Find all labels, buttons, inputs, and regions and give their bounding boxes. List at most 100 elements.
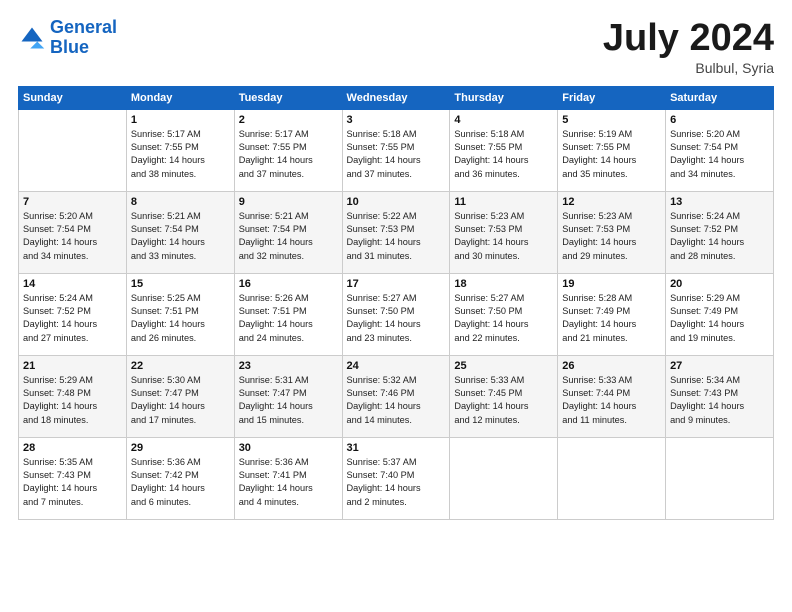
day-number: 29: [131, 442, 230, 454]
day-number: 20: [670, 278, 769, 290]
day-info: Sunrise: 5:37 AM Sunset: 7:40 PM Dayligh…: [347, 456, 446, 509]
day-info: Sunrise: 5:21 AM Sunset: 7:54 PM Dayligh…: [131, 210, 230, 263]
logo-text: General Blue: [50, 18, 117, 58]
day-info: Sunrise: 5:27 AM Sunset: 7:50 PM Dayligh…: [347, 292, 446, 345]
calendar-week-row: 7 Sunrise: 5:20 AM Sunset: 7:54 PM Daylig…: [19, 191, 774, 273]
day-number: 26: [562, 360, 661, 372]
calendar-header: SundayMondayTuesdayWednesdayThursdayFrid…: [19, 86, 774, 109]
day-number: 16: [239, 278, 338, 290]
day-number: 3: [347, 114, 446, 126]
calendar-cell: [666, 437, 774, 519]
day-info: Sunrise: 5:23 AM Sunset: 7:53 PM Dayligh…: [562, 210, 661, 263]
weekday-header: Sunday: [19, 86, 127, 109]
day-info: Sunrise: 5:35 AM Sunset: 7:43 PM Dayligh…: [23, 456, 122, 509]
day-info: Sunrise: 5:27 AM Sunset: 7:50 PM Dayligh…: [454, 292, 553, 345]
calendar-cell: 12 Sunrise: 5:23 AM Sunset: 7:53 PM Dayli…: [558, 191, 666, 273]
day-info: Sunrise: 5:29 AM Sunset: 7:49 PM Dayligh…: [670, 292, 769, 345]
calendar-cell: 13 Sunrise: 5:24 AM Sunset: 7:52 PM Dayli…: [666, 191, 774, 273]
calendar-cell: 31 Sunrise: 5:37 AM Sunset: 7:40 PM Dayli…: [342, 437, 450, 519]
day-info: Sunrise: 5:20 AM Sunset: 7:54 PM Dayligh…: [670, 128, 769, 181]
logo-line2: Blue: [50, 37, 89, 57]
calendar-cell: 15Sunrise: 5:25 AM Sunset: 7:51 PM Dayli…: [126, 273, 234, 355]
calendar-week-row: 14Sunrise: 5:24 AM Sunset: 7:52 PM Dayli…: [19, 273, 774, 355]
day-info: Sunrise: 5:23 AM Sunset: 7:53 PM Dayligh…: [454, 210, 553, 263]
day-info: Sunrise: 5:26 AM Sunset: 7:51 PM Dayligh…: [239, 292, 338, 345]
day-number: 12: [562, 196, 661, 208]
calendar-cell: 22Sunrise: 5:30 AM Sunset: 7:47 PM Dayli…: [126, 355, 234, 437]
day-number: 13: [670, 196, 769, 208]
page: General Blue July 2024 Bulbul, Syria Sun…: [0, 0, 792, 612]
day-number: 9: [239, 196, 338, 208]
day-number: 28: [23, 442, 122, 454]
day-number: 7: [23, 196, 122, 208]
day-number: 30: [239, 442, 338, 454]
calendar-cell: 11Sunrise: 5:23 AM Sunset: 7:53 PM Dayli…: [450, 191, 558, 273]
day-info: Sunrise: 5:18 AM Sunset: 7:55 PM Dayligh…: [454, 128, 553, 181]
day-number: 18: [454, 278, 553, 290]
calendar-cell: 20 Sunrise: 5:29 AM Sunset: 7:49 PM Dayli…: [666, 273, 774, 355]
location: Bulbul, Syria: [603, 60, 774, 76]
day-info: Sunrise: 5:17 AM Sunset: 7:55 PM Dayligh…: [131, 128, 230, 181]
calendar-cell: 7 Sunrise: 5:20 AM Sunset: 7:54 PM Daylig…: [19, 191, 127, 273]
calendar-cell: 30 Sunrise: 5:36 AM Sunset: 7:41 PM Dayli…: [234, 437, 342, 519]
day-number: 23: [239, 360, 338, 372]
calendar-cell: 27 Sunrise: 5:34 AM Sunset: 7:43 PM Dayli…: [666, 355, 774, 437]
calendar-cell: 28 Sunrise: 5:35 AM Sunset: 7:43 PM Dayli…: [19, 437, 127, 519]
weekday-row: SundayMondayTuesdayWednesdayThursdayFrid…: [19, 86, 774, 109]
day-info: Sunrise: 5:25 AM Sunset: 7:51 PM Dayligh…: [131, 292, 230, 345]
header: General Blue July 2024 Bulbul, Syria: [18, 18, 774, 76]
weekday-header: Tuesday: [234, 86, 342, 109]
title-block: July 2024 Bulbul, Syria: [603, 18, 774, 76]
calendar-week-row: 1 Sunrise: 5:17 AM Sunset: 7:55 PM Daylig…: [19, 109, 774, 191]
calendar-cell: 19Sunrise: 5:28 AM Sunset: 7:49 PM Dayli…: [558, 273, 666, 355]
calendar-cell: 9Sunrise: 5:21 AM Sunset: 7:54 PM Daylig…: [234, 191, 342, 273]
calendar-cell: 8 Sunrise: 5:21 AM Sunset: 7:54 PM Daylig…: [126, 191, 234, 273]
calendar-cell: 21Sunrise: 5:29 AM Sunset: 7:48 PM Dayli…: [19, 355, 127, 437]
weekday-header: Monday: [126, 86, 234, 109]
calendar-cell: 2 Sunrise: 5:17 AM Sunset: 7:55 PM Daylig…: [234, 109, 342, 191]
day-info: Sunrise: 5:29 AM Sunset: 7:48 PM Dayligh…: [23, 374, 122, 427]
day-info: Sunrise: 5:20 AM Sunset: 7:54 PM Dayligh…: [23, 210, 122, 263]
calendar-cell: 18 Sunrise: 5:27 AM Sunset: 7:50 PM Dayli…: [450, 273, 558, 355]
calendar-cell: 1 Sunrise: 5:17 AM Sunset: 7:55 PM Daylig…: [126, 109, 234, 191]
day-info: Sunrise: 5:34 AM Sunset: 7:43 PM Dayligh…: [670, 374, 769, 427]
day-number: 6: [670, 114, 769, 126]
day-info: Sunrise: 5:36 AM Sunset: 7:42 PM Dayligh…: [131, 456, 230, 509]
logo: General Blue: [18, 18, 117, 58]
calendar-cell: 16 Sunrise: 5:26 AM Sunset: 7:51 PM Dayli…: [234, 273, 342, 355]
calendar-cell: [558, 437, 666, 519]
day-info: Sunrise: 5:22 AM Sunset: 7:53 PM Dayligh…: [347, 210, 446, 263]
day-info: Sunrise: 5:33 AM Sunset: 7:44 PM Dayligh…: [562, 374, 661, 427]
day-info: Sunrise: 5:24 AM Sunset: 7:52 PM Dayligh…: [670, 210, 769, 263]
calendar-cell: 29 Sunrise: 5:36 AM Sunset: 7:42 PM Dayli…: [126, 437, 234, 519]
day-info: Sunrise: 5:18 AM Sunset: 7:55 PM Dayligh…: [347, 128, 446, 181]
calendar-cell: 26 Sunrise: 5:33 AM Sunset: 7:44 PM Dayli…: [558, 355, 666, 437]
calendar-cell: 23Sunrise: 5:31 AM Sunset: 7:47 PM Dayli…: [234, 355, 342, 437]
day-number: 27: [670, 360, 769, 372]
day-number: 24: [347, 360, 446, 372]
month-year: July 2024: [603, 18, 774, 60]
day-number: 4: [454, 114, 553, 126]
calendar-cell: 17Sunrise: 5:27 AM Sunset: 7:50 PM Dayli…: [342, 273, 450, 355]
day-info: Sunrise: 5:32 AM Sunset: 7:46 PM Dayligh…: [347, 374, 446, 427]
day-number: 2: [239, 114, 338, 126]
day-number: 31: [347, 442, 446, 454]
weekday-header: Wednesday: [342, 86, 450, 109]
weekday-header: Saturday: [666, 86, 774, 109]
calendar-cell: 6 Sunrise: 5:20 AM Sunset: 7:54 PM Daylig…: [666, 109, 774, 191]
day-info: Sunrise: 5:17 AM Sunset: 7:55 PM Dayligh…: [239, 128, 338, 181]
calendar-week-row: 21Sunrise: 5:29 AM Sunset: 7:48 PM Dayli…: [19, 355, 774, 437]
day-number: 8: [131, 196, 230, 208]
day-info: Sunrise: 5:33 AM Sunset: 7:45 PM Dayligh…: [454, 374, 553, 427]
day-info: Sunrise: 5:24 AM Sunset: 7:52 PM Dayligh…: [23, 292, 122, 345]
calendar-cell: 4 Sunrise: 5:18 AM Sunset: 7:55 PM Daylig…: [450, 109, 558, 191]
day-info: Sunrise: 5:36 AM Sunset: 7:41 PM Dayligh…: [239, 456, 338, 509]
logo-line1: General: [50, 17, 117, 37]
day-number: 1: [131, 114, 230, 126]
day-info: Sunrise: 5:30 AM Sunset: 7:47 PM Dayligh…: [131, 374, 230, 427]
day-info: Sunrise: 5:19 AM Sunset: 7:55 PM Dayligh…: [562, 128, 661, 181]
calendar-cell: 25Sunrise: 5:33 AM Sunset: 7:45 PM Dayli…: [450, 355, 558, 437]
calendar-body: 1 Sunrise: 5:17 AM Sunset: 7:55 PM Daylig…: [19, 109, 774, 519]
weekday-header: Friday: [558, 86, 666, 109]
calendar-cell: 24 Sunrise: 5:32 AM Sunset: 7:46 PM Dayli…: [342, 355, 450, 437]
